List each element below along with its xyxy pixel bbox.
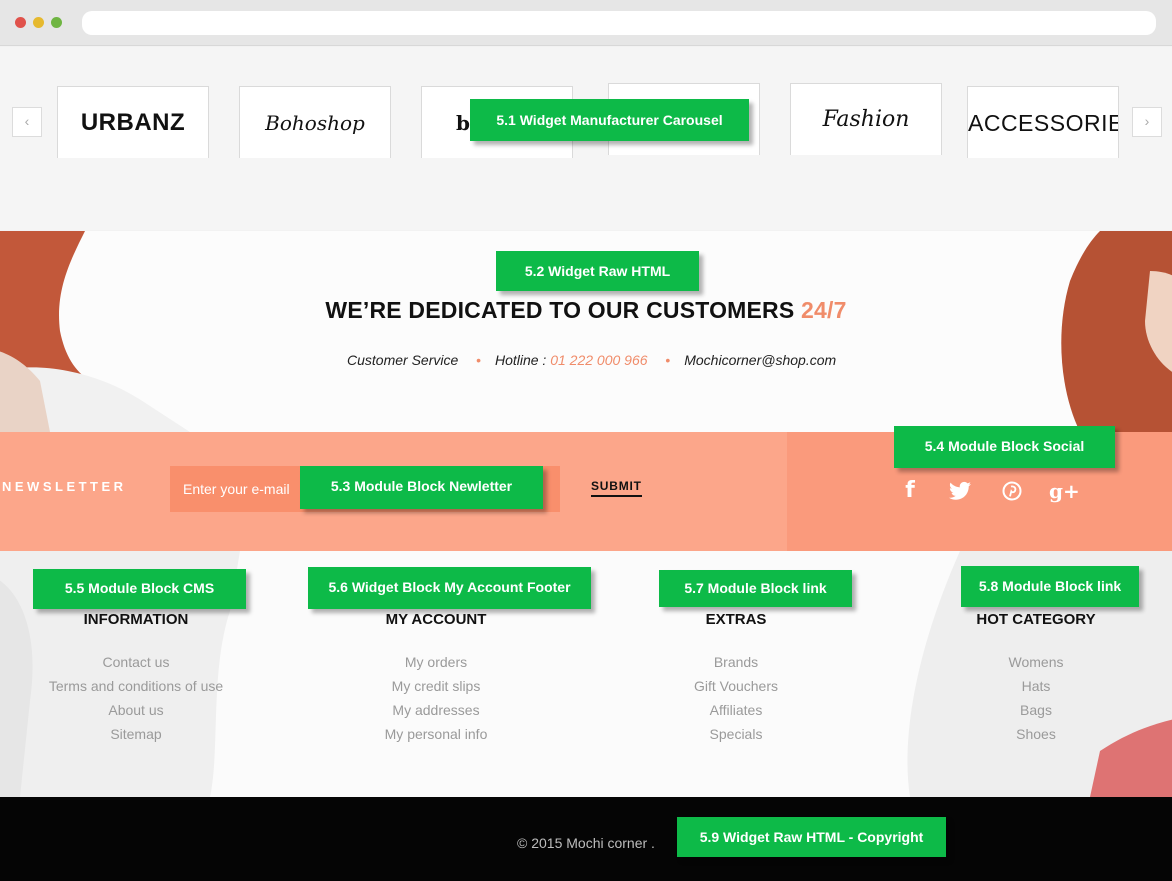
footer-col-title: EXTRAS	[705, 611, 767, 628]
footer-link[interactable]: Womens	[916, 650, 1156, 674]
footer-link[interactable]: Shoes	[916, 722, 1156, 746]
label-5-5: 5.5 Module Block CMS	[33, 569, 246, 609]
label-5-3: 5.3 Module Block Newletter	[300, 466, 543, 509]
copyright-bar: © 2015 Mochi corner .	[0, 797, 1172, 881]
footer-link[interactable]: Gift Vouchers	[616, 674, 856, 698]
separator-dot: •	[476, 352, 482, 368]
separator-dot: •	[665, 352, 671, 368]
model-photo-right	[1061, 231, 1172, 432]
newsletter-title: NEWSLETTER	[2, 479, 127, 494]
browser-chrome	[0, 0, 1172, 46]
footer-col-title: INFORMATION	[83, 611, 189, 628]
newsletter-submit-button[interactable]: SUBMIT	[591, 479, 642, 497]
label-5-9: 5.9 Widget Raw HTML - Copyright	[677, 817, 946, 857]
footer-col-my-account: MY ACCOUNT My orders My credit slips My …	[316, 611, 556, 746]
footer-link[interactable]: About us	[16, 698, 256, 722]
address-bar[interactable]	[82, 11, 1156, 35]
google-plus-icon[interactable]: g+	[1049, 478, 1080, 504]
label-5-4: 5.4 Module Block Social	[894, 426, 1115, 468]
footer-link[interactable]: Specials	[616, 722, 856, 746]
copyright-text: © 2015 Mochi corner .	[517, 835, 655, 851]
footer-col-hot-category: HOT CATEGORY Womens Hats Bags Shoes	[916, 611, 1156, 746]
contact-line: Customer Service • Hotline : 01 222 000 …	[347, 352, 836, 368]
footer-link[interactable]: Affiliates	[616, 698, 856, 722]
label-5-7: 5.7 Module Block link	[659, 570, 852, 607]
email-link[interactable]: Mochicorner@shop.com	[684, 352, 836, 368]
chevron-left-icon[interactable]: ‹	[12, 107, 42, 137]
brand-logo-accessoriez[interactable]: ACCESSORIEZ	[967, 86, 1119, 158]
footer-col-extras: EXTRAS Brands Gift Vouchers Affiliates S…	[616, 611, 856, 746]
footer-link[interactable]: Terms and conditions of use	[16, 674, 256, 698]
chevron-right-icon[interactable]: ›	[1132, 107, 1162, 137]
customer-service-text: Customer Service	[347, 352, 459, 368]
footer-link[interactable]: My credit slips	[316, 674, 556, 698]
hotline-number[interactable]: 01 222 000 966	[550, 352, 647, 368]
close-window-dot[interactable]	[15, 17, 26, 28]
label-5-8: 5.8 Module Block link	[961, 566, 1139, 607]
footer-col-title: HOT CATEGORY	[976, 611, 1096, 628]
footer-link[interactable]: Brands	[616, 650, 856, 674]
facebook-icon[interactable]: f	[897, 478, 923, 504]
footer-link[interactable]: My orders	[316, 650, 556, 674]
footer-col-information: INFORMATION Contact us Terms and conditi…	[16, 611, 256, 746]
footer-link[interactable]: My addresses	[316, 698, 556, 722]
brand-logo-bohoshop[interactable]: Bohoshop	[239, 86, 391, 158]
pinterest-icon[interactable]	[999, 478, 1025, 504]
minimize-window-dot[interactable]	[33, 17, 44, 28]
label-5-6: 5.6 Widget Block My Account Footer	[308, 567, 591, 609]
label-5-1: 5.1 Widget Manufacturer Carousel	[470, 99, 749, 141]
maximize-window-dot[interactable]	[51, 17, 62, 28]
footer-col-title: MY ACCOUNT	[385, 611, 487, 628]
footer-link[interactable]: Hats	[916, 674, 1156, 698]
footer-link[interactable]: Contact us	[16, 650, 256, 674]
footer-link[interactable]: Sitemap	[16, 722, 256, 746]
footer-link[interactable]: My personal info	[316, 722, 556, 746]
twitter-icon[interactable]	[947, 478, 973, 504]
model-photo-left	[0, 231, 190, 432]
brand-logo-urbanz[interactable]: URBANZ	[57, 86, 209, 158]
hotline-label: Hotline :	[494, 352, 551, 368]
label-5-2: 5.2 Widget Raw HTML	[496, 251, 699, 291]
brand-logo-fashion[interactable]: Fashion	[790, 83, 942, 155]
service-headline: WE’RE DEDICATED TO OUR CUSTOMERS 24/7	[325, 297, 847, 323]
headline-accent: 24/7	[801, 297, 847, 323]
footer-link[interactable]: Bags	[916, 698, 1156, 722]
